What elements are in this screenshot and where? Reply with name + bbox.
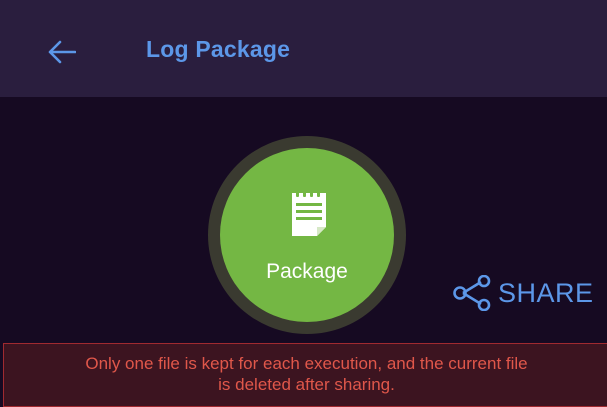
notepad-icon <box>292 191 326 236</box>
package-button[interactable]: Package <box>220 148 394 322</box>
share-button[interactable]: SHARE <box>452 273 594 313</box>
arrow-left-icon <box>48 40 76 64</box>
page-title: Log Package <box>146 36 291 62</box>
app-bar: Log Package <box>0 0 607 97</box>
back-button[interactable] <box>40 30 84 74</box>
package-button-label: Package <box>266 260 348 283</box>
main-content: Package SHARE <box>0 97 607 345</box>
warning-notice: Only one file is kept for each execution… <box>3 343 607 407</box>
share-button-label: SHARE <box>498 277 594 308</box>
notice-line-2: is deleted after sharing. <box>218 375 395 394</box>
share-icon <box>453 275 491 311</box>
notice-line-1: Only one file is kept for each execution… <box>85 354 528 373</box>
log-package-screen: Log Package Package SHARE Only one file … <box>0 0 607 407</box>
